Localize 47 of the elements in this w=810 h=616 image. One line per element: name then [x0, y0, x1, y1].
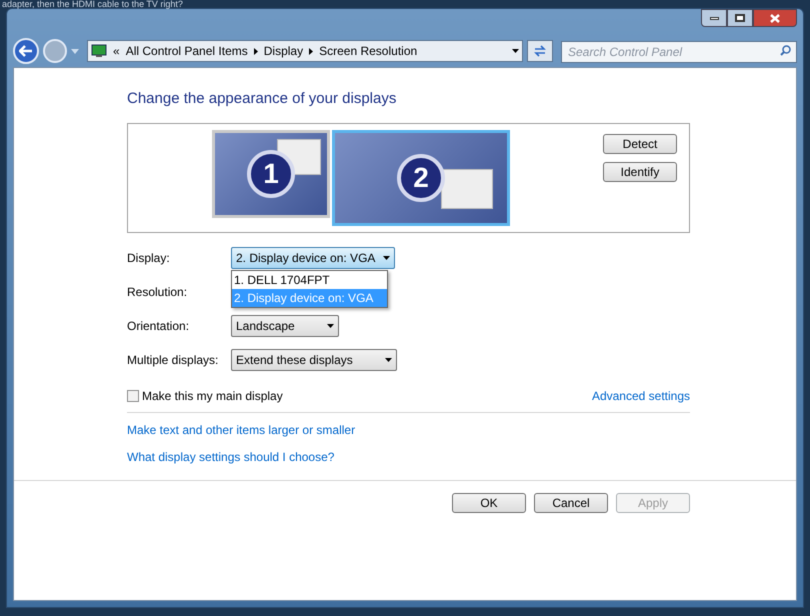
chevron-icon [309, 48, 314, 54]
panel-button[interactable]: Identify [603, 162, 677, 182]
setting-label: Display: [127, 250, 171, 267]
breadcrumb[interactable]: Screen Resolution [319, 42, 418, 60]
panel-button[interactable]: Detect [603, 134, 677, 154]
search-field[interactable]: Search Control Panel [561, 41, 797, 63]
breadcrumb[interactable]: Display [264, 42, 304, 60]
setting-label: Multiple displays: [127, 352, 220, 369]
background-text: adapter, then the HDMI cable to the TV right? [1, 0, 184, 9]
display-dropdown[interactable]: 2. Display device on: VGA [231, 247, 396, 269]
monitor-icon [91, 44, 107, 58]
dropdown-option[interactable]: 1. DELL 1704FPT [232, 270, 387, 288]
setting-label: Orientation: [127, 318, 190, 335]
setting-label: Resolution: [127, 284, 188, 301]
checkbox-label: Make this my main display [142, 388, 283, 404]
breadcrumb-overflow[interactable]: « [113, 42, 120, 60]
monitor-tile[interactable]: 2 [332, 130, 510, 226]
refresh-icon [533, 45, 547, 57]
refresh-button[interactable] [527, 40, 553, 62]
monitor-tile[interactable]: 1 [212, 130, 330, 218]
monitor-number: 2 [397, 154, 445, 202]
setting-dropdown[interactable]: Extend these displays [231, 349, 397, 371]
dialog-button[interactable]: OK [452, 492, 526, 512]
window-thumbnail-drawing [441, 168, 493, 208]
forward-button[interactable] [43, 39, 67, 63]
minimize-button[interactable] [701, 9, 727, 27]
back-button[interactable] [13, 38, 39, 64]
maximize-button[interactable] [727, 9, 753, 27]
close-button[interactable] [753, 9, 797, 27]
caret-icon [384, 358, 392, 362]
advanced-settings-link[interactable]: Advanced settings [592, 386, 690, 404]
page-heading: Change the appearance of your displays [127, 89, 398, 109]
search-icon [780, 45, 791, 56]
caret-icon [512, 49, 519, 53]
breadcrumb[interactable]: All Control Panel Items [126, 42, 248, 60]
help-link[interactable]: Make text and other items larger or smaller [127, 420, 356, 438]
monitor-number: 1 [247, 150, 295, 198]
address-bar[interactable]: « All Control Panel Items Display Screen Resolution [87, 40, 523, 62]
main-display-checkbox[interactable] [127, 390, 139, 402]
close-icon [770, 14, 780, 22]
setting-dropdown[interactable]: Landscape [231, 315, 339, 337]
dialog-button[interactable]: Cancel [534, 492, 608, 512]
caret-icon [383, 256, 390, 260]
caret-icon [326, 324, 334, 328]
chevron-icon [254, 48, 258, 54]
help-link[interactable]: What display settings should I choose? [127, 448, 334, 466]
back-arrow-icon [19, 45, 33, 57]
